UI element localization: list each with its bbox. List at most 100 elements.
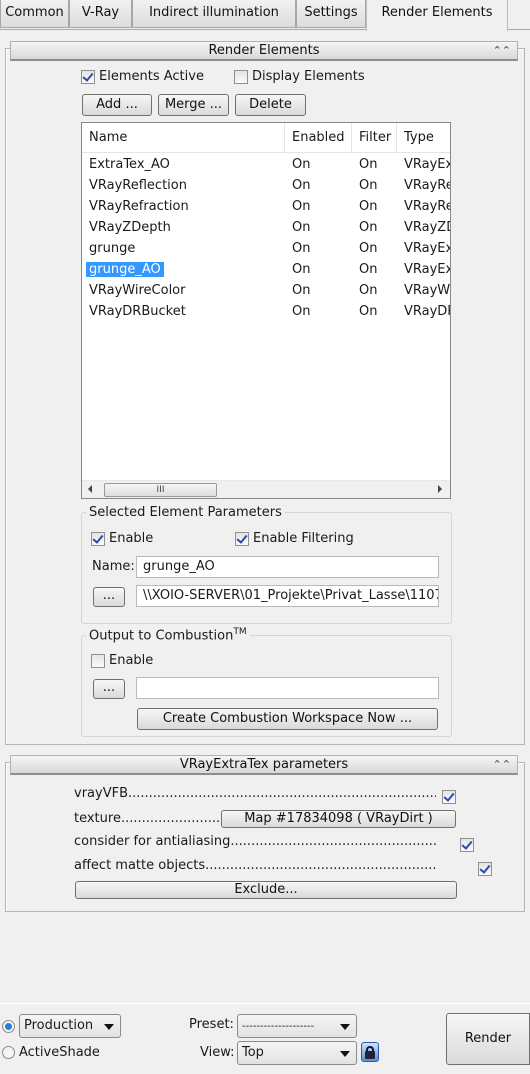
list-row[interactable]: VRayZDepth On On VRayZD (82, 217, 450, 238)
list-row[interactable]: VRayWireColor On On VRayWi (82, 280, 450, 301)
checkbox-icon[interactable] (234, 69, 248, 84)
cell-enabled: On (292, 199, 311, 214)
scroll-thumb[interactable]: III (104, 483, 217, 497)
cell-type: VRayEx (404, 262, 451, 277)
texture-map-button[interactable]: Map #17834098 ( VRayDirt ) (221, 810, 456, 828)
scroll-right-icon[interactable] (438, 485, 442, 493)
checkbox-icon[interactable] (91, 653, 105, 668)
horizontal-scrollbar[interactable]: III (82, 480, 450, 498)
list-row[interactable]: VRayRefraction On On VRayRe (82, 196, 450, 217)
cell-name: VRayRefraction (89, 199, 189, 214)
cell-type: VRayRe (404, 199, 451, 214)
cell-type: VRayWi (404, 283, 451, 298)
tab-vray[interactable]: V-Ray (69, 0, 132, 28)
element-name-input[interactable]: grunge_AO (136, 556, 439, 578)
production-dropdown[interactable]: Production (19, 1014, 121, 1038)
enable-filtering-checkbox[interactable]: Enable Filtering (235, 530, 354, 546)
cell-type: VRayEx (404, 241, 451, 256)
tab-settings[interactable]: Settings (296, 0, 366, 28)
tab-indirect-illumination[interactable]: Indirect illumination (132, 0, 296, 28)
footer-divider (0, 1003, 530, 1004)
cell-name: VRayReflection (89, 178, 187, 193)
tab-common[interactable]: Common (0, 0, 69, 28)
render-elements-header[interactable]: Render Elements ⌃⌃ (10, 41, 518, 61)
cell-enabled: On (292, 241, 311, 256)
cell-enabled: On (292, 283, 311, 298)
dropdown-arrow-icon (340, 1024, 350, 1030)
cell-enabled: On (292, 178, 311, 193)
production-value: Production (24, 1018, 94, 1033)
merge-button[interactable]: Merge ... (158, 94, 229, 116)
group-title: Selected Element Parameters (86, 505, 285, 520)
cell-name: grunge_AO (82, 259, 285, 280)
cell-filter: On (359, 220, 378, 235)
list-row[interactable]: grunge On On VRayEx (82, 238, 450, 259)
checkbox-icon[interactable] (91, 531, 105, 546)
double-chevron-up-icon[interactable]: ⌃⌃ (493, 756, 511, 774)
enable-checkbox[interactable]: Enable (91, 530, 153, 546)
double-chevron-up-icon[interactable]: ⌃⌃ (493, 42, 511, 60)
cell-enabled: On (292, 262, 311, 277)
cell-enabled: On (292, 157, 311, 172)
combustion-browse-button[interactable]: ... (93, 679, 125, 699)
exclude-button[interactable]: Exclude... (75, 881, 457, 899)
column-header-filter[interactable]: Filter (352, 123, 397, 153)
combustion-enable-checkbox[interactable]: Enable (91, 652, 153, 668)
add-button[interactable]: Add ... (82, 94, 152, 116)
column-header-name[interactable]: Name (82, 123, 285, 153)
render-elements-list[interactable]: Name Enabled Filter Type ExtraTex_AO On On… (81, 122, 451, 499)
create-combustion-workspace-button[interactable]: Create Combustion Workspace Now ... (137, 708, 438, 730)
production-radio[interactable] (2, 1020, 15, 1033)
cell-filter: On (359, 262, 378, 277)
antialiasing-label: consider for antialiasing...............… (74, 834, 436, 849)
activeshade-radio[interactable] (2, 1046, 15, 1059)
list-row[interactable]: VRayReflection On On VRayRe (82, 175, 450, 196)
output-path-input[interactable]: \\XOIO-SERVER\01_Projekte\Privat_Lasse\1… (136, 585, 439, 607)
selected-name: grunge_AO (86, 262, 164, 277)
checkbox-icon[interactable] (81, 69, 95, 84)
list-row[interactable]: ExtraTex_AO On On VRayEx (82, 154, 450, 175)
list-row[interactable]: grunge_AO On On VRayEx (82, 259, 450, 280)
affect-matte-checkbox[interactable] (477, 861, 492, 876)
combustion-path-input[interactable] (136, 677, 439, 699)
rollout-title: Render Elements (208, 43, 320, 58)
activeshade-label: ActiveShade (19, 1045, 100, 1060)
display-elements-checkbox[interactable]: Display Elements (234, 68, 365, 84)
lock-body (365, 1051, 375, 1059)
cell-type: VRayDR (404, 304, 450, 319)
list-row[interactable]: VRayDRBucket On On VRayDR (82, 301, 450, 322)
cell-filter: On (359, 199, 378, 214)
texture-label: texture.................................… (74, 811, 220, 826)
lock-view-button[interactable] (361, 1042, 379, 1062)
preset-label: Preset: (189, 1017, 234, 1032)
view-dropdown[interactable]: Top (237, 1041, 357, 1065)
column-header-type[interactable]: Type (397, 123, 450, 153)
list-header: Name Enabled Filter Type (82, 123, 450, 153)
dropdown-arrow-icon (104, 1024, 114, 1030)
cell-name: ExtraTex_AO (89, 157, 170, 172)
cell-type: VRayEx (404, 157, 451, 172)
browse-path-button[interactable]: ... (93, 587, 125, 607)
vrayvfb-checkbox[interactable] (442, 789, 456, 804)
tab-bar: Common V-Ray Indirect illumination Setti… (0, 0, 530, 31)
vrayextratex-header[interactable]: VRayExtraTex parameters ⌃⌃ (10, 755, 518, 775)
tab-render-elements[interactable]: Render Elements (366, 0, 508, 31)
cell-filter: On (359, 157, 378, 172)
cell-enabled: On (292, 220, 311, 235)
preset-dropdown[interactable]: -------------------- (237, 1014, 357, 1038)
cell-name: VRayZDepth (89, 220, 171, 235)
scroll-left-icon[interactable] (88, 485, 92, 493)
affect-matte-label: affect matte objects....................… (74, 858, 436, 873)
render-button[interactable]: Render (446, 1013, 530, 1065)
dropdown-arrow-icon (340, 1051, 350, 1057)
checkbox-icon[interactable] (235, 531, 249, 546)
name-label: Name: (92, 559, 135, 574)
elements-active-checkbox[interactable]: Elements Active (81, 68, 204, 84)
column-header-enabled[interactable]: Enabled (285, 123, 352, 153)
antialiasing-checkbox[interactable] (459, 837, 474, 852)
cell-filter: On (359, 304, 378, 319)
delete-button[interactable]: Delete (235, 94, 306, 116)
cell-name: VRayWireColor (89, 283, 186, 298)
combustion-title-text: Output to Combustion (89, 628, 234, 644)
cell-filter: On (359, 283, 378, 298)
